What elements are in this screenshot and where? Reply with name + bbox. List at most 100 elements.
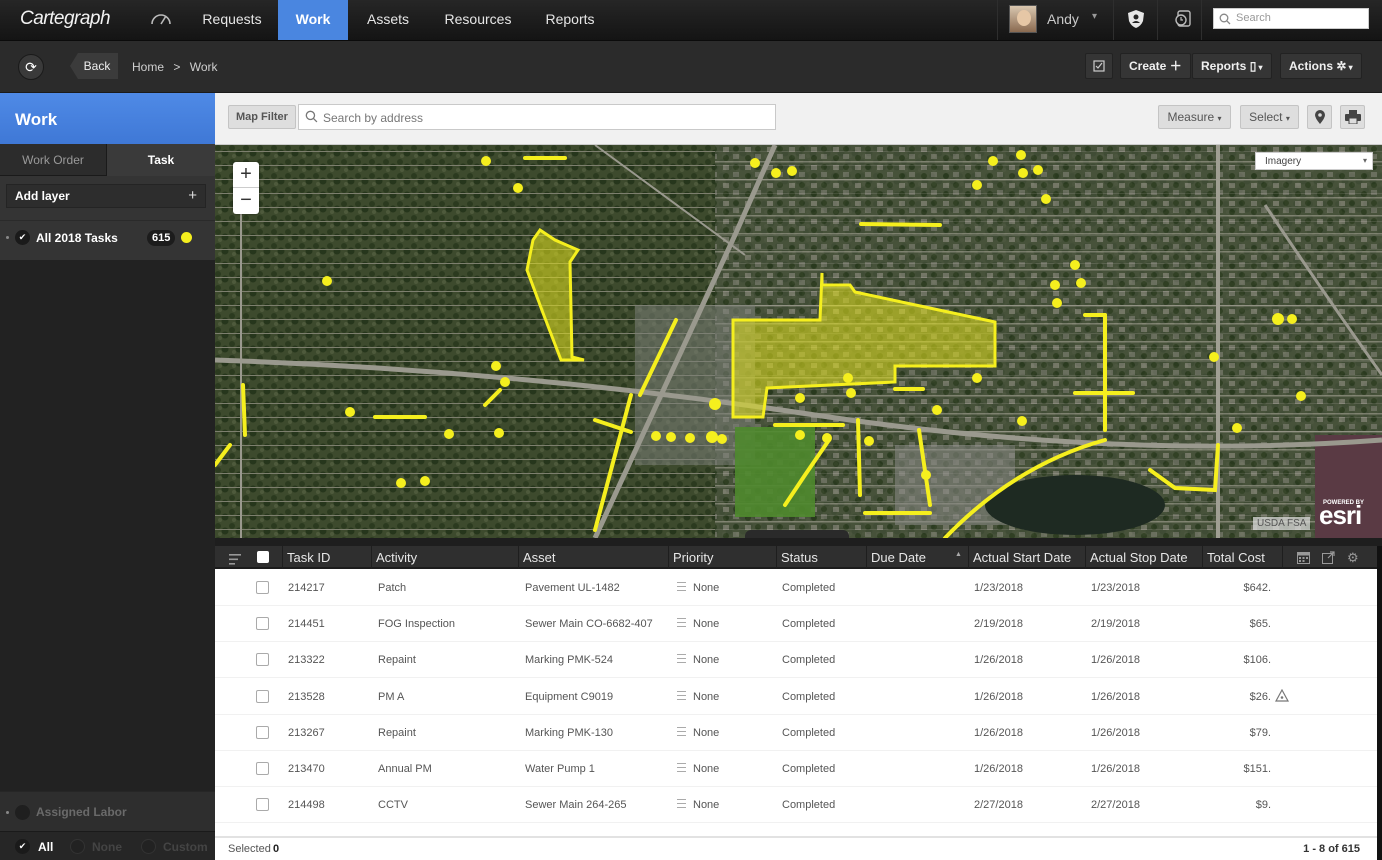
row-checkbox[interactable]: [256, 653, 269, 667]
priority-cell: None: [693, 799, 720, 812]
column-actual-stop-date[interactable]: Actual Stop Date: [1085, 546, 1202, 569]
actual-stop-cell: 1/26/2018: [1091, 763, 1140, 775]
priority-cell: None: [693, 690, 720, 703]
task-id-cell: 214217: [288, 582, 325, 594]
breadcrumb-separator: >: [173, 60, 181, 74]
nav-resources[interactable]: Resources: [430, 0, 526, 40]
dashboard-gauge-icon[interactable]: [150, 10, 172, 28]
row-checkbox[interactable]: [256, 798, 269, 812]
actions-button[interactable]: Actions ✲ ▾: [1280, 53, 1362, 79]
priority-icon: [677, 799, 686, 809]
nav-work[interactable]: Work: [278, 0, 348, 40]
admin-shield-icon[interactable]: [1127, 9, 1145, 29]
task-id-cell: 214498: [288, 799, 325, 812]
measure-dropdown[interactable]: Measure ▾: [1158, 105, 1231, 129]
status-cell: Completed: [782, 763, 836, 775]
table-row[interactable]: 213322 Repaint Marking PMK-524 None Complete…: [215, 642, 1377, 679]
expand-icon[interactable]: [6, 236, 9, 239]
row-checkbox[interactable]: [256, 762, 269, 775]
option-all-label[interactable]: All: [38, 840, 53, 854]
column-status[interactable]: Status: [776, 546, 866, 569]
grid-header: Task ID Activity Asset Priority Status D…: [215, 546, 1382, 569]
map-pin-icon: [1314, 110, 1325, 124]
layer-visible-checkbox[interactable]: ✔: [15, 230, 30, 245]
activity-cell: CCTV: [378, 799, 408, 812]
assigned-labor-toggle[interactable]: [15, 805, 30, 820]
grid-footer: Selected 0 1 - 8 of 615: [215, 836, 1382, 860]
option-none-radio[interactable]: [70, 839, 85, 854]
asset-cell: Marking PMK-524: [525, 654, 614, 667]
column-asset[interactable]: Asset: [518, 546, 668, 569]
user-avatar[interactable]: [1009, 5, 1037, 33]
refresh-button[interactable]: ⟳: [18, 54, 44, 80]
print-button[interactable]: [1340, 105, 1365, 129]
activity-cell: FOG Inspection: [378, 618, 456, 631]
select-all-checkbox[interactable]: [257, 551, 269, 563]
warning-icon[interactable]: [1274, 688, 1290, 707]
layer-item[interactable]: ✔ All 2018 Tasks 615: [0, 220, 215, 254]
column-activity[interactable]: Activity: [371, 546, 518, 569]
map-view[interactable]: + − Imagery ▾ USDA FSA POWERED BY esri: [215, 145, 1382, 538]
total-cost-cell: $65.: [1249, 618, 1271, 631]
cartegraph-logo[interactable]: Cartegraph: [20, 8, 111, 30]
priority-icon: [677, 582, 686, 591]
locate-button[interactable]: [1307, 105, 1332, 129]
nav-reports[interactable]: Reports: [530, 0, 610, 40]
table-row[interactable]: 214217 Patch Pavement UL-1482 None Completed…: [215, 570, 1377, 606]
row-checkbox[interactable]: [256, 725, 269, 739]
filter-options: ✔ All None Custom: [0, 831, 215, 860]
option-custom-radio[interactable]: [141, 839, 156, 854]
option-none-label[interactable]: None: [92, 840, 122, 854]
assigned-labor-filter: Assigned Labor: [0, 791, 215, 831]
select-dropdown[interactable]: Select ▾: [1240, 105, 1299, 129]
row-checkbox[interactable]: [256, 689, 269, 703]
column-priority[interactable]: Priority: [668, 546, 776, 569]
row-checkbox[interactable]: [256, 617, 269, 631]
add-layer-button[interactable]: Add layer +: [6, 184, 206, 208]
table-row[interactable]: 213470 Annual PM Water Pump 1 None Completed…: [215, 751, 1377, 787]
table-row[interactable]: 214498 CCTV Sewer Main 264-265 None Complete…: [215, 787, 1377, 824]
option-all-radio[interactable]: ✔: [15, 839, 30, 854]
add-layer-label: Add layer: [15, 189, 70, 203]
table-row[interactable]: 213267 Repaint Marking PMK-130 None Complete…: [215, 714, 1377, 751]
row-checkbox[interactable]: [256, 581, 269, 594]
table-row[interactable]: 213528 PM A Equipment C9019 None Completed 1/…: [215, 678, 1377, 715]
nav-assets[interactable]: Assets: [352, 0, 424, 40]
task-id-cell: 213322: [288, 654, 325, 667]
sort-options-icon[interactable]: [229, 552, 241, 570]
user-name[interactable]: Andy: [1047, 11, 1079, 27]
panel-resize-handle[interactable]: [745, 530, 849, 538]
address-search-input[interactable]: Search by address: [298, 104, 776, 130]
column-total-cost[interactable]: Total Cost: [1202, 546, 1282, 569]
asset-cell: Equipment C9019: [525, 690, 614, 703]
global-search-input[interactable]: Search: [1213, 8, 1369, 29]
user-menu-caret-icon[interactable]: ▾: [1092, 11, 1097, 22]
checklist-button[interactable]: [1085, 53, 1113, 79]
priority-icon: [677, 726, 686, 736]
nav-requests[interactable]: Requests: [188, 0, 276, 40]
basemap-value: Imagery: [1265, 156, 1302, 167]
expand-icon[interactable]: [6, 811, 9, 814]
external-link-icon[interactable]: [1322, 551, 1335, 569]
priority-cell: None: [693, 618, 720, 631]
column-due-date[interactable]: Due Date: [866, 546, 968, 569]
calendar-icon[interactable]: [1297, 551, 1310, 569]
column-actual-start-date[interactable]: Actual Start Date: [968, 546, 1085, 569]
basemap-select[interactable]: Imagery ▾: [1255, 152, 1373, 170]
reports-button[interactable]: Reports ▯ ▾: [1192, 53, 1272, 79]
column-settings-gear-icon[interactable]: ⚙: [1347, 550, 1359, 566]
create-button[interactable]: Create ＋: [1120, 53, 1191, 79]
back-button[interactable]: Back: [70, 53, 118, 79]
table-row[interactable]: 214451 FOG Inspection Sewer Main CO-6682-4…: [215, 606, 1377, 643]
zoom-in-button[interactable]: +: [233, 162, 259, 188]
tab-task[interactable]: Task: [107, 144, 215, 176]
tab-work-order[interactable]: Work Order: [0, 144, 107, 176]
zoom-out-button[interactable]: −: [233, 188, 259, 214]
breadcrumb-home[interactable]: Home: [132, 60, 164, 74]
search-icon: [305, 110, 318, 128]
column-task-id[interactable]: Task ID: [282, 546, 371, 569]
chevron-down-icon: ▾: [1362, 156, 1367, 165]
option-custom-label[interactable]: Custom: [163, 840, 208, 854]
recent-history-icon[interactable]: [1173, 9, 1193, 29]
map-filter-button[interactable]: Map Filter: [228, 105, 296, 129]
